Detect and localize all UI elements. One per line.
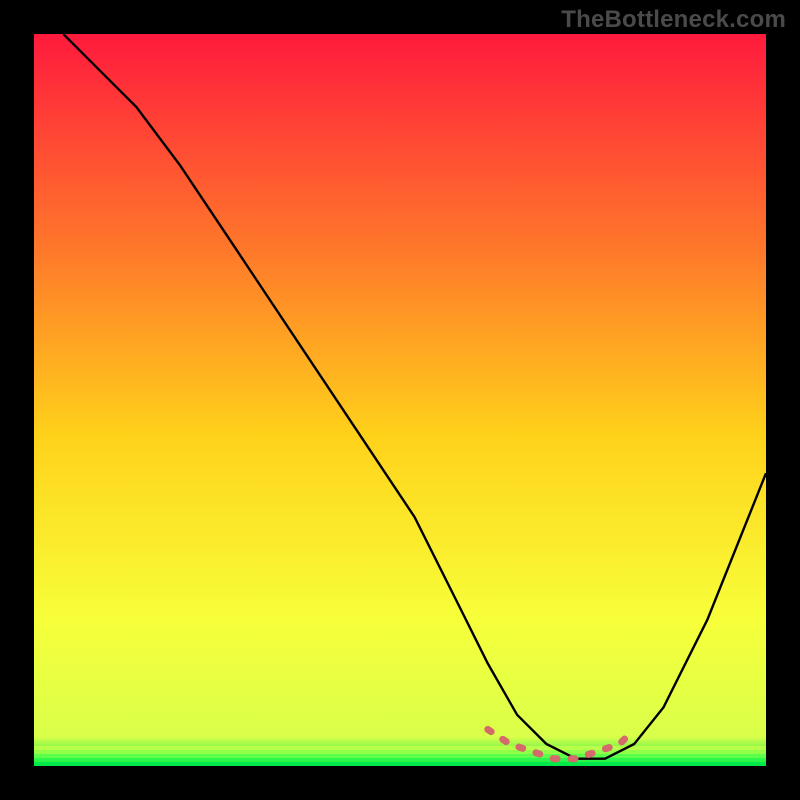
bottleneck-chart xyxy=(0,0,800,800)
gradient-plot-area xyxy=(34,34,766,766)
watermark-text: TheBottleneck.com xyxy=(561,6,786,34)
chart-stage: TheBottleneck.com xyxy=(0,0,800,800)
bottom-green-bands xyxy=(34,746,766,766)
